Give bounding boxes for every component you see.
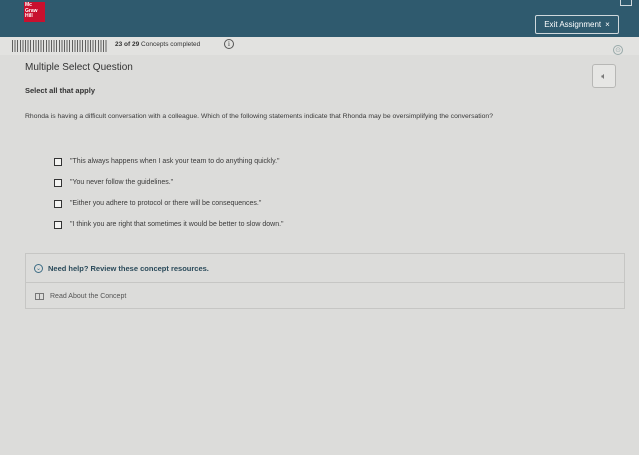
question-prompt: Rhonda is having a difficult conversatio… (25, 113, 493, 120)
option-label: "You never follow the guidelines." (70, 179, 174, 186)
progress-count: 23 of 29 (115, 41, 140, 48)
progress-label: Concepts completed (141, 41, 201, 48)
option-checkbox[interactable] (54, 157, 62, 166)
book-icon (35, 293, 44, 300)
window-corner-icon[interactable] (620, 0, 632, 6)
read-about-concept-link[interactable]: Read About the Concept (50, 293, 126, 300)
progress-row: 23 of 29 Concepts completed (0, 37, 639, 55)
concept-resources-title: Need help? Review these concept resource… (48, 264, 209, 273)
settings-icon[interactable]: ⊙ (613, 45, 623, 55)
answer-option[interactable]: "This always happens when I ask your tea… (54, 151, 284, 172)
option-label: "This always happens when I ask your tea… (70, 158, 280, 165)
option-checkbox[interactable] (54, 199, 62, 208)
speaker-icon: 🔈︎ (601, 70, 607, 81)
mcgraw-hill-logo: Mc Graw Hill (24, 2, 45, 22)
exit-assignment-label: Exit Assignment (544, 20, 602, 29)
read-aloud-button[interactable]: 🔈︎ (592, 64, 616, 88)
info-icon[interactable]: i (224, 39, 234, 49)
option-checkbox[interactable] (54, 220, 62, 229)
answer-option[interactable]: "I think you are right that sometimes it… (54, 214, 284, 235)
progress-text: 23 of 29 Concepts completed (115, 41, 200, 48)
question-type-label: Multiple Select Question (25, 62, 133, 73)
close-icon: × (605, 20, 610, 29)
answer-option[interactable]: "Either you adhere to protocol or there … (54, 193, 284, 214)
option-label: "I think you are right that sometimes it… (70, 221, 284, 228)
answer-options: "This always happens when I ask your tea… (54, 151, 284, 235)
exit-assignment-button[interactable]: Exit Assignment × (535, 15, 619, 34)
concept-resources-panel: ⌄ Need help? Review these concept resour… (25, 253, 625, 309)
progress-bar (12, 40, 108, 52)
option-label: "Either you adhere to protocol or there … (70, 200, 262, 207)
question-instruction: Select all that apply (25, 86, 96, 95)
top-bar: Mc Graw Hill Exit Assignment × (0, 0, 639, 37)
chevron-down-icon: ⌄ (34, 264, 43, 273)
concept-resources-toggle[interactable]: ⌄ Need help? Review these concept resour… (26, 254, 624, 283)
answer-option[interactable]: "You never follow the guidelines." (54, 172, 284, 193)
option-checkbox[interactable] (54, 178, 62, 187)
